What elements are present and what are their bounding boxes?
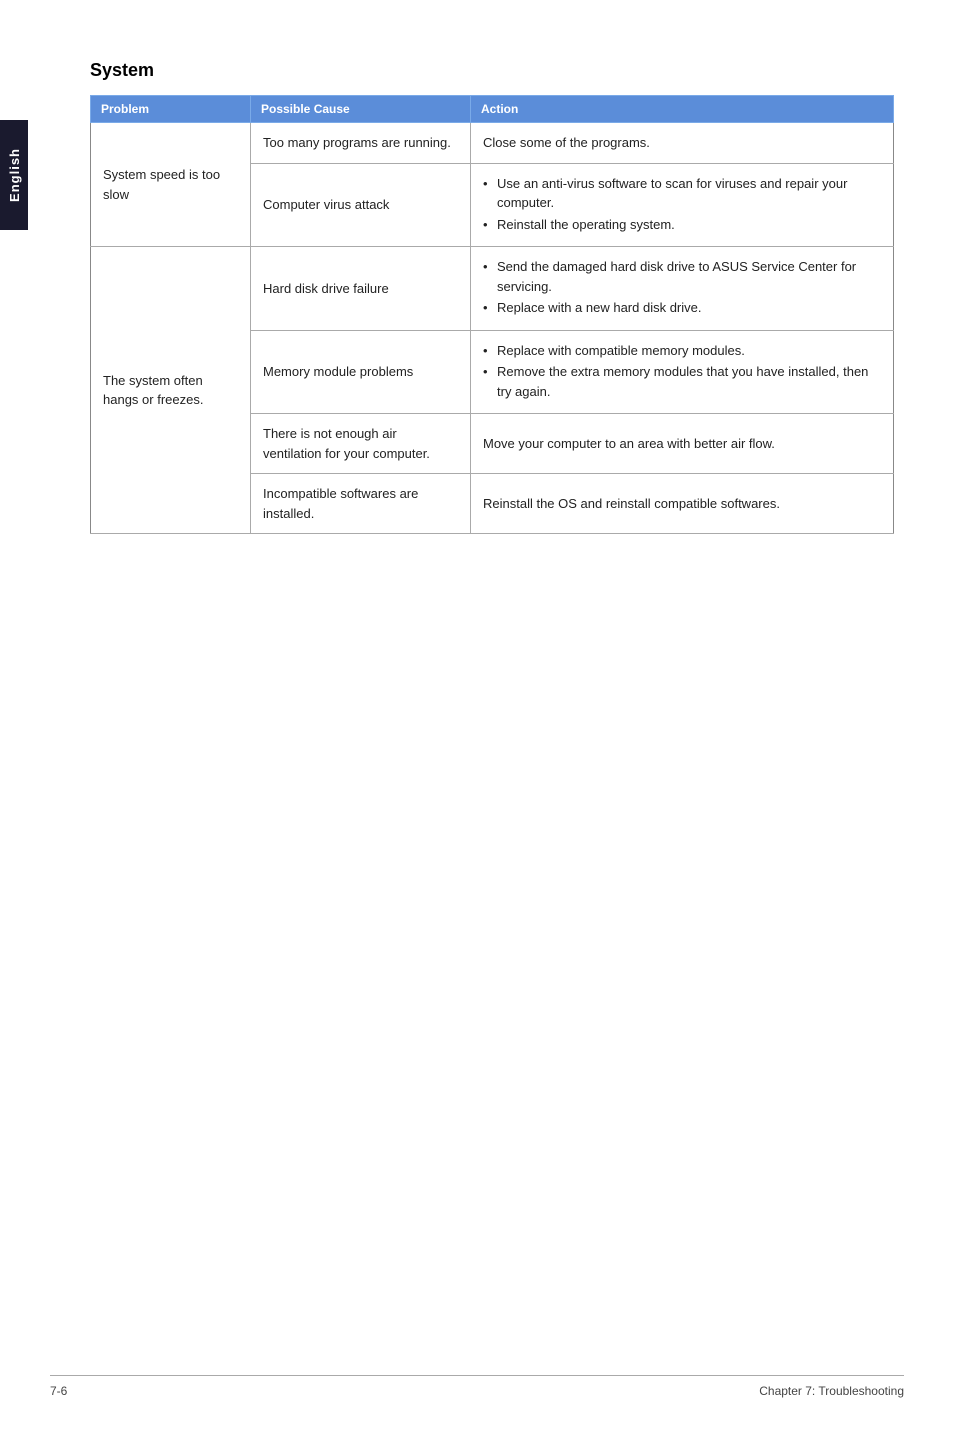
table-row: The system often hangs or freezes.Hard d… xyxy=(91,247,894,331)
cause-cell: Computer virus attack xyxy=(251,163,471,247)
footer-chapter: Chapter 7: Troubleshooting xyxy=(759,1384,904,1398)
action-bullet: Replace with compatible memory modules. xyxy=(483,341,881,361)
action-cell: Send the damaged hard disk drive to ASUS… xyxy=(471,247,894,331)
problem-cell: The system often hangs or freezes. xyxy=(91,247,251,534)
header-action: Action xyxy=(471,96,894,123)
cause-cell: There is not enough air ventilation for … xyxy=(251,414,471,474)
page-footer: 7-6 Chapter 7: Troubleshooting xyxy=(50,1375,904,1398)
cause-cell: Incompatible softwares are installed. xyxy=(251,474,471,534)
action-cell: Close some of the programs. xyxy=(471,123,894,164)
action-bullet: Send the damaged hard disk drive to ASUS… xyxy=(483,257,881,296)
footer-page-number: 7-6 xyxy=(50,1384,67,1398)
action-cell: Replace with compatible memory modules.R… xyxy=(471,330,894,414)
troubleshoot-table: Problem Possible Cause Action System spe… xyxy=(90,95,894,534)
action-cell: Use an anti-virus software to scan for v… xyxy=(471,163,894,247)
action-cell: Move your computer to an area with bette… xyxy=(471,414,894,474)
action-bullet: Use an anti-virus software to scan for v… xyxy=(483,174,881,213)
action-bullet: Replace with a new hard disk drive. xyxy=(483,298,881,318)
header-cause: Possible Cause xyxy=(251,96,471,123)
page-title: System xyxy=(90,60,894,81)
sidebar-label: English xyxy=(7,148,22,202)
cause-cell: Hard disk drive failure xyxy=(251,247,471,331)
header-problem: Problem xyxy=(91,96,251,123)
main-content: System Problem Possible Cause Action Sys… xyxy=(50,0,954,614)
action-bullet: Remove the extra memory modules that you… xyxy=(483,362,881,401)
table-row: System speed is too slowToo many program… xyxy=(91,123,894,164)
cause-cell: Too many programs are running. xyxy=(251,123,471,164)
sidebar-tab: English xyxy=(0,120,28,230)
problem-cell: System speed is too slow xyxy=(91,123,251,247)
action-cell: Reinstall the OS and reinstall compatibl… xyxy=(471,474,894,534)
cause-cell: Memory module problems xyxy=(251,330,471,414)
table-header-row: Problem Possible Cause Action xyxy=(91,96,894,123)
action-bullet: Reinstall the operating system. xyxy=(483,215,881,235)
